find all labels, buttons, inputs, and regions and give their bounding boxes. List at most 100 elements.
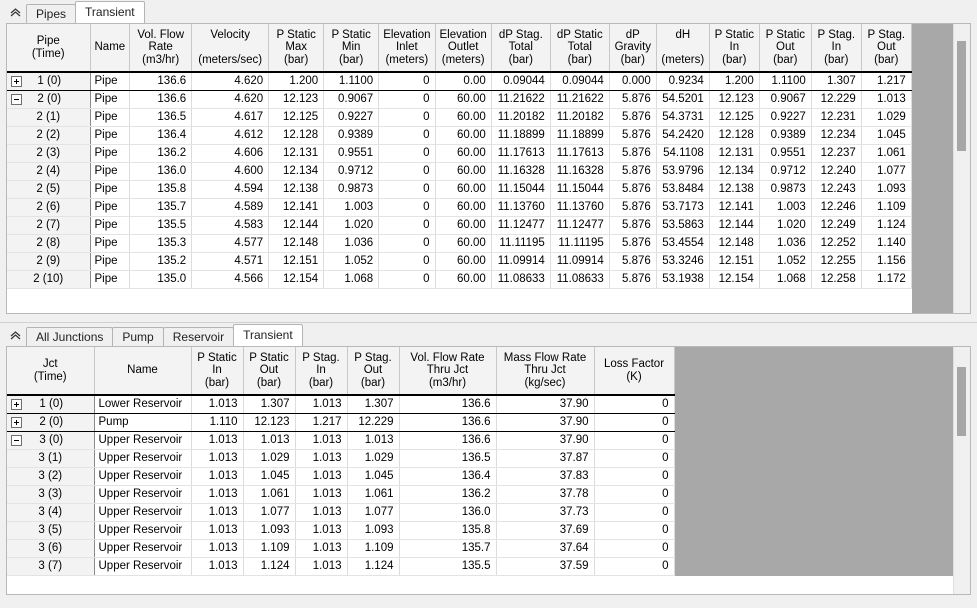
table-cell[interactable]: 11.15044 [491, 180, 551, 199]
table-cell[interactable]: 0 [378, 198, 436, 217]
table-row[interactable]: 1 (0) Lower Reservoir 1.013 1.307 1.013 1.307… [7, 394, 675, 414]
row-id-cell[interactable]: 2 (1) [7, 108, 91, 127]
table-cell[interactable]: 0 [594, 485, 675, 504]
table-cell[interactable]: 11.20182 [491, 108, 551, 127]
table-cell[interactable]: Upper Reservoir [94, 485, 192, 504]
table-cell[interactable]: 1.013 [295, 503, 348, 522]
table-cell[interactable]: 53.8484 [656, 180, 710, 199]
table-cell[interactable]: 1.140 [861, 234, 912, 253]
table-cell[interactable]: 1.003 [323, 198, 380, 217]
table-cell[interactable]: 11.21622 [550, 90, 610, 109]
table-cell[interactable]: 0 [378, 108, 436, 127]
table-cell[interactable]: 0.9873 [759, 180, 812, 199]
column-header[interactable]: P Static Max (bar) [268, 24, 325, 73]
table-cell[interactable]: 0.9234 [656, 71, 710, 91]
table-cell[interactable]: 54.3731 [656, 108, 710, 127]
table-cell[interactable]: 4.620 [191, 71, 270, 91]
table-cell[interactable]: 37.64 [496, 539, 595, 558]
table-row[interactable]: 3 (7) Upper Reservoir 1.013 1.124 1.013 1.124… [7, 557, 675, 576]
table-cell[interactable]: 136.6 [129, 71, 193, 91]
table-cell[interactable]: 12.128 [709, 126, 760, 145]
table-cell[interactable]: 4.571 [191, 252, 270, 271]
table-cell[interactable]: 5.876 [609, 180, 657, 199]
table-cell[interactable]: 60.00 [435, 216, 492, 235]
tab-all-junctions[interactable]: All Junctions [26, 327, 114, 346]
table-cell[interactable]: 12.138 [268, 180, 325, 199]
table-cell[interactable]: 12.255 [811, 252, 862, 271]
table-row[interactable]: 2 (1) Pipe 136.5 4.617 12.125 0.9227 0 60.00 11.… [7, 108, 912, 127]
row-id-cell[interactable]: 2 (5) [7, 180, 91, 199]
column-header[interactable]: Velocity (meters/sec) [191, 24, 270, 73]
row-id-cell[interactable]: 1 (0) [7, 71, 91, 91]
table-cell[interactable]: 12.144 [709, 216, 760, 235]
table-cell[interactable]: 37.73 [496, 503, 595, 522]
table-cell[interactable]: 12.148 [268, 234, 325, 253]
table-cell[interactable]: 12.151 [709, 252, 760, 271]
table-cell[interactable]: 12.246 [811, 198, 862, 217]
table-cell[interactable]: 136.5 [129, 108, 193, 127]
table-cell[interactable]: 1.013 [191, 467, 244, 486]
table-cell[interactable]: 11.09914 [550, 252, 610, 271]
table-cell[interactable]: 1.045 [861, 126, 912, 145]
table-cell[interactable]: 0.9067 [759, 90, 812, 109]
table-cell[interactable]: 5.876 [609, 216, 657, 235]
table-cell[interactable]: 0 [594, 467, 675, 486]
table-cell[interactable]: 135.3 [129, 234, 193, 253]
table-cell[interactable]: 4.600 [191, 162, 270, 181]
table-cell[interactable]: 1.110 [191, 413, 244, 432]
table-row[interactable]: 2 (9) Pipe 135.2 4.571 12.151 1.052 0 60.00 11.0… [7, 252, 912, 271]
table-cell[interactable]: Lower Reservoir [94, 394, 192, 414]
row-id-cell[interactable]: 2 (6) [7, 198, 91, 217]
table-row[interactable]: 2 (10) Pipe 135.0 4.566 12.154 1.068 0 60.00 11.… [7, 270, 912, 289]
table-cell[interactable]: 1.200 [268, 71, 325, 91]
table-cell[interactable]: 0 [378, 144, 436, 163]
table-cell[interactable]: 1.013 [191, 394, 244, 414]
table-cell[interactable]: 1.077 [347, 503, 400, 522]
table-cell[interactable]: 1.013 [861, 90, 912, 109]
table-cell[interactable]: 12.258 [811, 270, 862, 289]
table-cell[interactable]: 1.020 [323, 216, 380, 235]
table-cell[interactable]: 1.045 [243, 467, 296, 486]
table-cell[interactable]: 135.8 [399, 521, 497, 540]
table-cell[interactable]: 0 [378, 126, 436, 145]
table-cell[interactable]: 0.9389 [759, 126, 812, 145]
table-cell[interactable]: 11.17613 [491, 144, 551, 163]
table-cell[interactable]: 1.217 [295, 413, 348, 432]
column-header[interactable]: Loss Factor (K) [594, 347, 675, 396]
table-cell[interactable]: Pipe [90, 144, 131, 163]
junctions-vertical-scrollbar[interactable] [953, 347, 970, 594]
table-cell[interactable]: 1.036 [759, 234, 812, 253]
table-cell[interactable]: 60.00 [435, 180, 492, 199]
chevron-up-icon[interactable] [4, 2, 26, 23]
table-cell[interactable]: 11.11195 [550, 234, 610, 253]
table-cell[interactable]: Pipe [90, 198, 131, 217]
table-cell[interactable]: 12.148 [709, 234, 760, 253]
table-cell[interactable]: 11.17613 [550, 144, 610, 163]
table-cell[interactable]: 5.876 [609, 108, 657, 127]
table-cell[interactable]: 1.029 [243, 449, 296, 468]
table-row[interactable]: 3 (1) Upper Reservoir 1.013 1.029 1.013 1.029… [7, 449, 675, 468]
table-cell[interactable]: 12.125 [709, 108, 760, 127]
table-cell[interactable]: 0 [378, 90, 436, 109]
collapse-icon[interactable] [11, 93, 22, 105]
row-id-cell[interactable]: 2 (0) [7, 90, 91, 109]
table-cell[interactable]: 12.243 [811, 180, 862, 199]
row-id-cell[interactable]: 3 (7) [7, 557, 95, 576]
table-cell[interactable]: 1.013 [295, 449, 348, 468]
table-cell[interactable]: Upper Reservoir [94, 521, 192, 540]
table-cell[interactable]: 12.123 [243, 413, 296, 432]
table-cell[interactable]: Pump [94, 413, 192, 432]
table-cell[interactable]: 136.0 [129, 162, 193, 181]
column-header[interactable]: dH (meters) [656, 24, 710, 73]
table-cell[interactable]: 0.9067 [323, 90, 380, 109]
column-header[interactable]: Name [90, 24, 131, 73]
table-cell[interactable]: 37.83 [496, 467, 595, 486]
row-id-cell[interactable]: 2 (2) [7, 126, 91, 145]
table-row[interactable]: 3 (3) Upper Reservoir 1.013 1.061 1.013 1.061… [7, 485, 675, 504]
column-header[interactable]: P Stag. Out (bar) [861, 24, 912, 73]
table-cell[interactable]: 1.124 [861, 216, 912, 235]
table-cell[interactable]: 12.144 [268, 216, 325, 235]
table-cell[interactable]: Pipe [90, 126, 131, 145]
table-cell[interactable]: Pipe [90, 162, 131, 181]
table-cell[interactable]: 60.00 [435, 126, 492, 145]
